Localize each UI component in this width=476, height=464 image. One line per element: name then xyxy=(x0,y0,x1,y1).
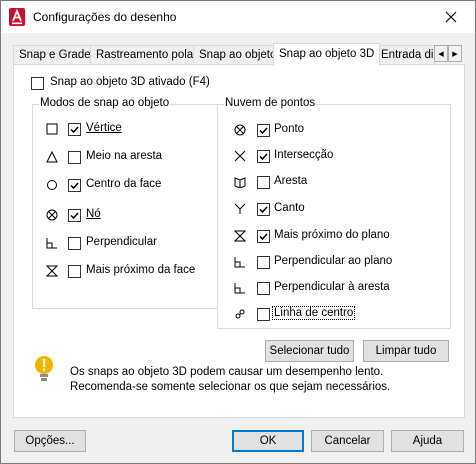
tab-3d-object-snap[interactable]: Snap ao objeto 3D xyxy=(273,43,381,66)
perpendicular-marker-icon xyxy=(46,238,57,249)
arrow-left-icon: ◀ xyxy=(438,50,444,58)
cloud-label-nearest-plane: Mais próximo do plano xyxy=(274,229,390,241)
mode-checkbox-perpendicular[interactable] xyxy=(68,237,81,250)
point-cloud-title: Nuvem de pontos xyxy=(224,97,317,109)
mode-label-node: Nó xyxy=(86,208,101,220)
window-title: Configurações do desenho xyxy=(33,10,177,24)
cloud-checkbox-nearest-plane[interactable] xyxy=(257,230,270,243)
mode-label-perpendicular: Perpendicular xyxy=(86,236,157,248)
cloud-label-intersection: Intersecção xyxy=(274,149,334,161)
cloud-checkbox-edge[interactable] xyxy=(257,176,270,189)
warning-bulb-icon xyxy=(35,356,53,381)
mode-label-vertex: Vértice xyxy=(86,122,122,134)
edge-marker-icon xyxy=(234,177,246,188)
square-marker-icon xyxy=(46,123,58,135)
cloud-label-perp-edge: Perpendicular à aresta xyxy=(274,281,390,293)
cloud-checkbox-point[interactable] xyxy=(257,124,270,137)
triangle-marker-icon xyxy=(46,151,58,163)
cloud-label-centerline: Linha de centro xyxy=(271,306,356,320)
dialog-window: Configurações do desenho Snap e Grade Ra… xyxy=(0,0,476,464)
cloud-checkbox-intersection[interactable] xyxy=(257,150,270,163)
mode-checkbox-face-center[interactable] xyxy=(68,179,81,192)
tab-panel: Snap ao objeto 3D ativado (F4) Modos de … xyxy=(13,64,465,418)
cloud-checkbox-perp-edge[interactable] xyxy=(257,282,270,295)
snap-modes-group: Modos de snap ao objeto xyxy=(32,97,218,309)
clear-all-button[interactable]: Limpar tudo xyxy=(363,340,449,362)
warning-message: Os snaps ao objeto 3D podem causar um de… xyxy=(70,365,390,395)
cloud-label-point: Ponto xyxy=(274,123,305,135)
corner-marker-icon xyxy=(234,203,246,214)
close-button[interactable] xyxy=(429,3,473,31)
close-icon xyxy=(445,11,457,23)
ok-button[interactable]: OK xyxy=(232,430,304,452)
mode-label-nearest-face: Mais próximo da face xyxy=(86,264,196,276)
mode-checkbox-nearest-face[interactable] xyxy=(68,265,81,278)
circle-marker-icon xyxy=(47,180,57,190)
snap-modes-title: Modos de snap ao objeto xyxy=(39,97,171,109)
intersection-marker-icon xyxy=(234,150,246,162)
cloud-label-perp-plane: Perpendicular ao plano xyxy=(274,255,393,267)
mode-checkbox-node[interactable] xyxy=(68,209,81,222)
perpendicular-marker-icon xyxy=(234,283,245,294)
tab-object-snap[interactable]: Snap ao objeto xyxy=(193,45,283,65)
warning-line-2: Recomenda-se somente selecionar os que s… xyxy=(70,381,391,393)
tab-scroll-right-button[interactable]: ▶ xyxy=(448,45,462,62)
point-cloud-group: Nuvem de pontos xyxy=(217,97,451,329)
mode-label-face-center: Centro da face xyxy=(86,178,162,190)
cloud-label-edge: Aresta xyxy=(274,175,308,187)
tab-snap-grid[interactable]: Snap e Grade xyxy=(13,45,97,65)
node-marker-icon xyxy=(46,209,58,221)
cloud-label-corner: Canto xyxy=(274,202,305,214)
osnap3d-enabled-checkbox[interactable] xyxy=(31,77,44,90)
autocad-icon xyxy=(9,8,25,26)
title-bar[interactable]: Configurações do desenho xyxy=(1,1,475,33)
osnap3d-enabled-label: Snap ao objeto 3D ativado (F4) xyxy=(50,76,210,88)
mode-label-edge-midpoint: Meio na aresta xyxy=(86,150,163,162)
arrow-right-icon: ▶ xyxy=(452,50,458,58)
node-marker-icon xyxy=(234,124,246,136)
cloud-checkbox-corner[interactable] xyxy=(257,203,270,216)
mode-checkbox-edge-midpoint[interactable] xyxy=(68,151,81,164)
tab-polar-tracking[interactable]: Rastreamento polar xyxy=(90,45,203,65)
nearest-marker-icon xyxy=(234,230,246,242)
nearest-marker-icon xyxy=(46,265,58,277)
warning-line-1: Os snaps ao objeto 3D podem causar um de… xyxy=(70,366,384,378)
tab-scroll-left-button[interactable]: ◀ xyxy=(434,45,448,62)
select-all-button[interactable]: Selecionar tudo xyxy=(265,340,354,362)
cloud-checkbox-perp-plane[interactable] xyxy=(257,256,270,269)
tab-dynamic-input[interactable]: Entrada din xyxy=(375,45,435,65)
cloud-checkbox-centerline[interactable] xyxy=(257,308,270,321)
help-button[interactable]: Ajuda xyxy=(391,430,464,452)
tab-strip: Snap e Grade Rastreamento polar Snap ao … xyxy=(13,43,463,66)
cancel-button[interactable]: Cancelar xyxy=(311,430,384,452)
mode-checkbox-vertex[interactable] xyxy=(68,123,81,136)
centerline-marker-icon xyxy=(235,309,245,319)
options-button[interactable]: Opções... xyxy=(14,430,86,452)
perpendicular-marker-icon xyxy=(234,257,245,268)
